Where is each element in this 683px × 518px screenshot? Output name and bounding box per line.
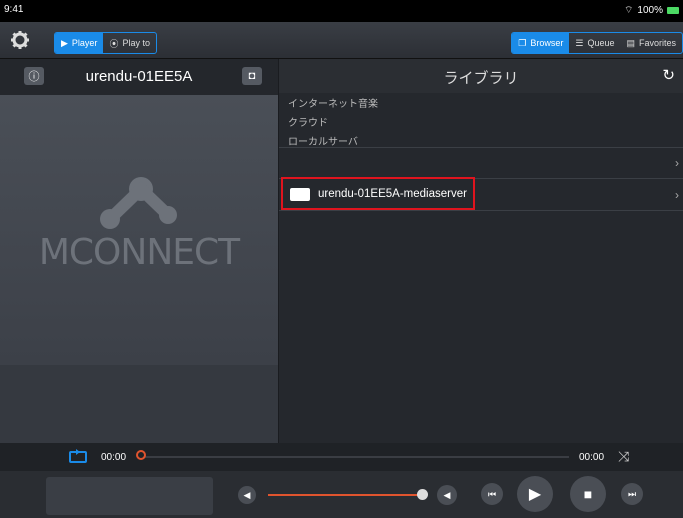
player-footer-area [0,365,278,443]
player-header: ⓘ urendu-01EE5A ◘ [0,59,278,95]
media-server-name: urendu-01EE5A-mediaserver [318,188,467,200]
player-tab[interactable]: ▶ Player [55,33,104,53]
chevron-right-icon: › [675,188,679,202]
player-mode-segment: ▶ Player ⦿ Play to [54,32,157,54]
repeat-icon[interactable] [68,448,88,464]
status-bar: 9:41 ⌔ 100% [0,0,683,22]
seek-track[interactable] [144,456,569,458]
play-button[interactable]: ▶ [517,476,553,512]
elapsed-time: 00:00 [101,452,127,463]
wifi-icon: ⌔ [624,5,634,16]
queue-icon: ☰ [575,37,584,48]
crumb-local-server[interactable]: ローカルサーバ [288,133,358,148]
stop-button[interactable]: ■ [570,476,606,512]
battery-icon [667,7,679,14]
crumb-cloud[interactable]: クラウド [288,114,328,129]
remaining-time: 00:00 [579,452,605,463]
album-art [0,95,278,365]
collapse-icon[interactable]: ◘ [242,67,262,85]
queue-tab[interactable]: ☰ Queue [569,33,620,53]
refresh-icon[interactable]: ↻ [662,66,675,84]
battery-percent: 100% [637,5,663,16]
volume-knob[interactable] [417,489,428,500]
library-title: ライブラリ [443,70,519,87]
device-name: urendu-01EE5A [85,68,193,85]
top-toolbar: ▶ Player ⦿ Play to ❐ Browser ☰ Queue ▤ F… [0,22,683,59]
shuffle-icon[interactable]: ⤨ [618,448,629,465]
favorites-icon: ▤ [626,37,635,48]
favorites-tab[interactable]: ▤ Favorites [620,33,682,53]
play-to-tab[interactable]: ⦿ Play to [103,33,156,53]
volume-slider[interactable] [268,494,422,496]
server-icon [290,188,310,201]
play-triangle-icon: ▶ [61,37,68,48]
library-panel [279,59,683,443]
next-icon[interactable]: ⏭ [621,483,643,505]
mconnect-logo-icon [100,177,177,229]
mconnect-logo-text: MCONNECT [38,232,240,273]
library-header: ライブラリ ↻ [279,59,683,93]
crumb-internet-music[interactable]: インターネット音楽 [288,95,378,110]
list-item-empty[interactable]: › [279,148,683,178]
divider [279,210,683,211]
gear-icon[interactable] [10,30,30,50]
volume-down-icon[interactable]: ◀ [238,486,256,504]
cast-icon: ⦿ [109,38,119,49]
browser-icon: ❐ [518,37,527,48]
now-playing-thumb[interactable] [46,477,213,515]
chevron-right-icon: › [675,156,679,170]
browser-tab[interactable]: ❐ Browser [512,33,570,53]
clock: 9:41 [4,4,24,15]
previous-icon[interactable]: ⏮ [481,483,503,505]
volume-up-icon[interactable]: ◀ [437,485,457,505]
view-segment: ❐ Browser ☰ Queue ▤ Favorites [511,32,683,54]
seek-knob[interactable] [136,450,146,460]
